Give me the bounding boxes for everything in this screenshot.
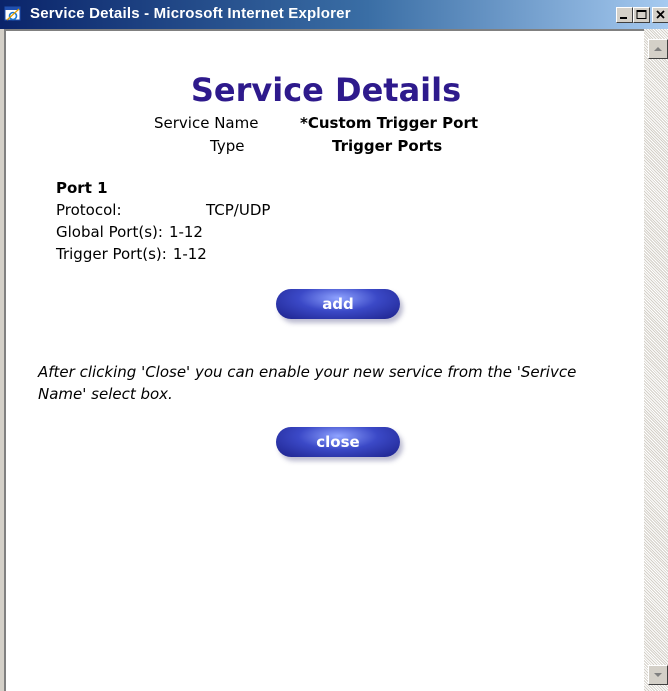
maximize-icon [636, 10, 647, 19]
protocol-row: Protocol: TCP/UDP [56, 199, 270, 221]
arrow-up-icon [654, 47, 662, 51]
scroll-down-button[interactable] [648, 665, 668, 685]
vertical-scrollbar[interactable] [644, 29, 668, 691]
page-title: Service Details [190, 71, 462, 109]
service-name-value: *Custom Trigger Port [300, 114, 479, 132]
protocol-value: TCP/UDP [206, 201, 271, 219]
protocol-label: Protocol: [56, 201, 122, 219]
trigger-port-row: Trigger Port(s): 1-12 [56, 243, 270, 265]
global-port-label: Global Port(s): [56, 223, 163, 241]
global-port-value: 1-12 [168, 223, 203, 241]
close-instructions: After clicking 'Close' you can enable yo… [38, 363, 577, 403]
arrow-down-icon [654, 673, 662, 677]
maximize-button[interactable] [633, 7, 650, 23]
port-details: Port 1 Protocol: TCP/UDP Global Port(s):… [56, 177, 270, 265]
global-port-row: Global Port(s): 1-12 [56, 221, 270, 243]
add-button[interactable]: add [276, 289, 400, 319]
window-title: Service Details - Microsoft Internet Exp… [30, 5, 351, 22]
type-label: Type [210, 137, 245, 155]
close-button[interactable]: close [276, 427, 400, 457]
title-bar[interactable]: Service Details - Microsoft Internet Exp… [0, 0, 668, 29]
minimize-button[interactable] [616, 7, 633, 23]
service-name-label: Service Name [154, 114, 259, 132]
close-window-button[interactable] [652, 7, 668, 23]
scroll-up-button[interactable] [648, 39, 668, 59]
port-title: Port 1 [56, 179, 108, 197]
type-value: Trigger Ports [332, 137, 443, 155]
trigger-port-value: 1-12 [172, 245, 207, 263]
page-content: Service Details Service Name *Custom Tri… [4, 29, 644, 691]
minimize-icon [620, 17, 627, 19]
close-icon [656, 10, 665, 19]
browser-window: Service Details - Microsoft Internet Exp… [0, 0, 668, 691]
trigger-port-label: Trigger Port(s): [56, 245, 167, 263]
internet-explorer-icon [4, 6, 21, 21]
